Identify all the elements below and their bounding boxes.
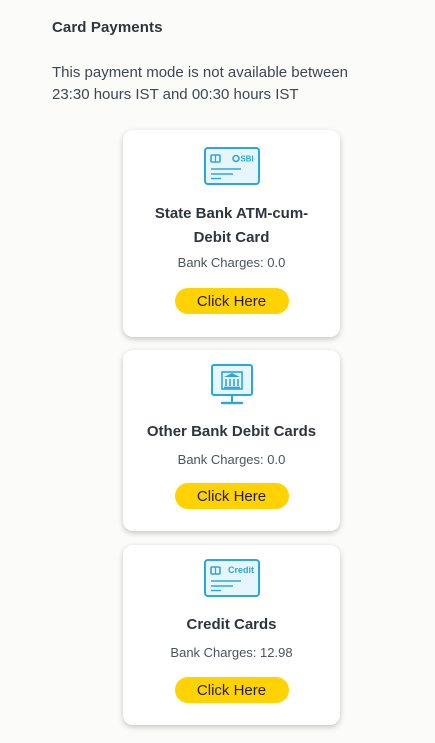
card-title: Other Bank Debit Cards — [146, 423, 317, 440]
bank-charges: Bank Charges: 12.98 — [170, 645, 293, 660]
debit-card-icon: SBI — [203, 146, 261, 191]
card-title-line-1: State Bank ATM-cum- — [154, 205, 309, 222]
card-payments-page: Card Payments This payment mode is not a… — [0, 0, 435, 743]
card-title: State Bank ATM-cum- Debit Card — [123, 202, 340, 250]
section-title: Card Payments — [52, 19, 163, 36]
credit-card-icon: Credit — [203, 558, 261, 603]
credit-cards-option: Credit Credit Cards Bank Charges: 12.98 … — [123, 545, 340, 725]
click-here-button[interactable]: Click Here — [174, 483, 289, 509]
availability-notice: This payment mode is not available betwe… — [52, 64, 349, 103]
card-title-line-2: Debit Card — [193, 229, 270, 246]
bank-charges: Bank Charges: 0.0 — [177, 452, 286, 467]
click-here-button[interactable]: Click Here — [174, 677, 289, 703]
credit-icon-text: Credit — [227, 565, 253, 575]
other-bank-debit-cards-option: Other Bank Debit Cards Bank Charges: 0.0… — [123, 350, 340, 531]
card-title: Credit Cards — [186, 616, 277, 633]
click-here-button[interactable]: Click Here — [174, 288, 289, 314]
bank-monitor-icon — [209, 362, 255, 413]
sbi-icon-text: SBI — [240, 155, 253, 164]
sbi-debit-card-option: SBI State Bank ATM-cum- Debit Card Bank … — [123, 130, 340, 337]
bank-charges: Bank Charges: 0.0 — [177, 255, 286, 270]
